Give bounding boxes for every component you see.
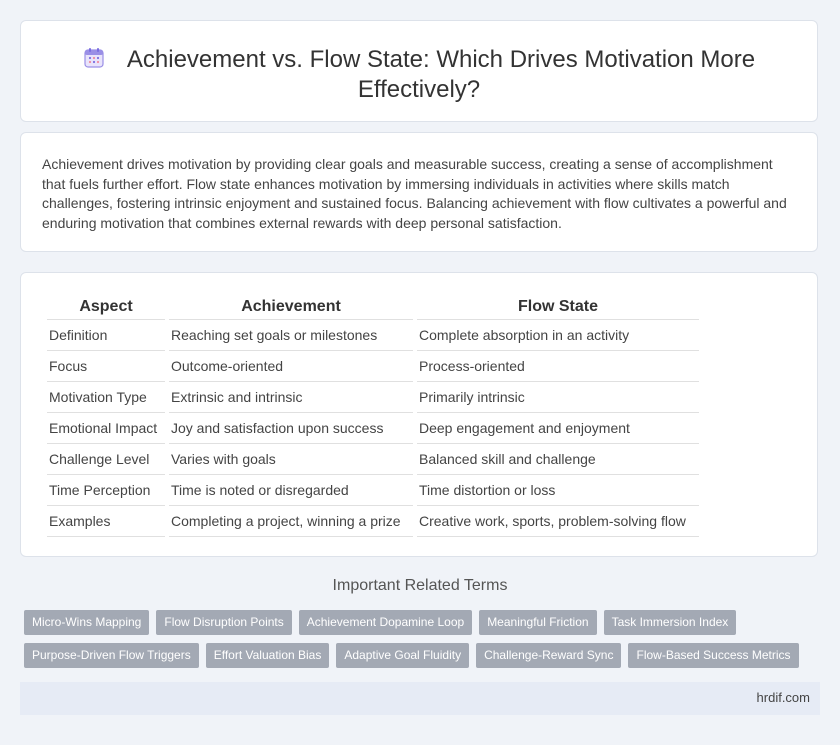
cell-flow-state: Deep engagement and enjoyment xyxy=(417,413,699,444)
tag-task-immersion-index[interactable]: Task Immersion Index xyxy=(603,610,737,635)
header-achievement: Achievement xyxy=(169,295,413,320)
tag-purpose-driven-flow-triggers[interactable]: Purpose-Driven Flow Triggers xyxy=(24,643,199,668)
table-row: Focus Outcome-oriented Process-oriented xyxy=(47,351,699,382)
intro-text: Achievement drives motivation by providi… xyxy=(42,156,787,231)
table-row: Definition Reaching set goals or milesto… xyxy=(47,320,699,351)
tag-meaningful-friction[interactable]: Meaningful Friction xyxy=(479,610,597,635)
cell-achievement: Joy and satisfaction upon success xyxy=(169,413,413,444)
cell-achievement: Extrinsic and intrinsic xyxy=(169,382,413,413)
table-card: Aspect Achievement Flow State Definition… xyxy=(20,272,818,557)
table-row: Challenge Level Varies with goals Balanc… xyxy=(47,444,699,475)
title-wrap: Achievement vs. Flow State: Which Drives… xyxy=(21,45,817,105)
footer-site-link[interactable]: hrdif.com xyxy=(757,690,810,705)
tag-adaptive-goal-fluidity[interactable]: Adaptive Goal Fluidity xyxy=(336,643,470,668)
cell-aspect: Time Perception xyxy=(47,475,165,506)
cell-achievement: Varies with goals xyxy=(169,444,413,475)
cell-flow-state: Process-oriented xyxy=(417,351,699,382)
cell-flow-state: Complete absorption in an activity xyxy=(417,320,699,351)
cell-achievement: Time is noted or disregarded xyxy=(169,475,413,506)
tag-challenge-reward-sync[interactable]: Challenge-Reward Sync xyxy=(476,643,622,668)
table-row: Examples Completing a project, winning a… xyxy=(47,506,699,537)
cell-aspect: Emotional Impact xyxy=(47,413,165,444)
tag-achievement-dopamine-loop[interactable]: Achievement Dopamine Loop xyxy=(298,610,473,635)
cell-flow-state: Primarily intrinsic xyxy=(417,382,699,413)
intro-card: Achievement drives motivation by providi… xyxy=(20,132,818,252)
table-row: Time Perception Time is noted or disrega… xyxy=(47,475,699,506)
page-title: Achievement vs. Flow State: Which Drives… xyxy=(126,46,756,103)
tag-row: Micro-Wins Mapping Flow Disruption Point… xyxy=(24,610,814,635)
cell-aspect: Examples xyxy=(47,506,165,537)
table-row: Motivation Type Extrinsic and intrinsic … xyxy=(47,382,699,413)
related-terms-title: Important Related Terms xyxy=(332,577,508,594)
table-header-row: Aspect Achievement Flow State xyxy=(47,295,699,320)
tag-flow-disruption-points[interactable]: Flow Disruption Points xyxy=(156,610,292,635)
cell-achievement: Outcome-oriented xyxy=(169,351,413,382)
cell-achievement: Reaching set goals or milestones xyxy=(169,320,413,351)
title-card: Achievement vs. Flow State: Which Drives… xyxy=(20,20,818,122)
table-row: Emotional Impact Joy and satisfaction up… xyxy=(47,413,699,444)
tag-flow-based-success-metrics[interactable]: Flow-Based Success Metrics xyxy=(628,643,799,668)
cell-aspect: Definition xyxy=(47,320,165,351)
calendar-icon xyxy=(84,48,104,68)
tag-effort-valuation-bias[interactable]: Effort Valuation Bias xyxy=(205,643,330,668)
comparison-table: Aspect Achievement Flow State Definition… xyxy=(43,295,703,537)
cell-aspect: Focus xyxy=(47,351,165,382)
cell-achievement: Completing a project, winning a prize xyxy=(169,506,413,537)
cell-flow-state: Time distortion or loss xyxy=(417,475,699,506)
cell-flow-state: Creative work, sports, problem-solving f… xyxy=(417,506,699,537)
header-aspect: Aspect xyxy=(47,295,165,320)
footer: hrdif.com xyxy=(20,682,820,715)
cell-flow-state: Balanced skill and challenge xyxy=(417,444,699,475)
tag-micro-wins-mapping[interactable]: Micro-Wins Mapping xyxy=(24,610,150,635)
cell-aspect: Challenge Level xyxy=(47,444,165,475)
tag-row: Purpose-Driven Flow Triggers Effort Valu… xyxy=(24,643,814,668)
cell-aspect: Motivation Type xyxy=(47,382,165,413)
header-flow-state: Flow State xyxy=(417,295,699,320)
related-terms-tags: Micro-Wins Mapping Flow Disruption Point… xyxy=(24,610,814,676)
